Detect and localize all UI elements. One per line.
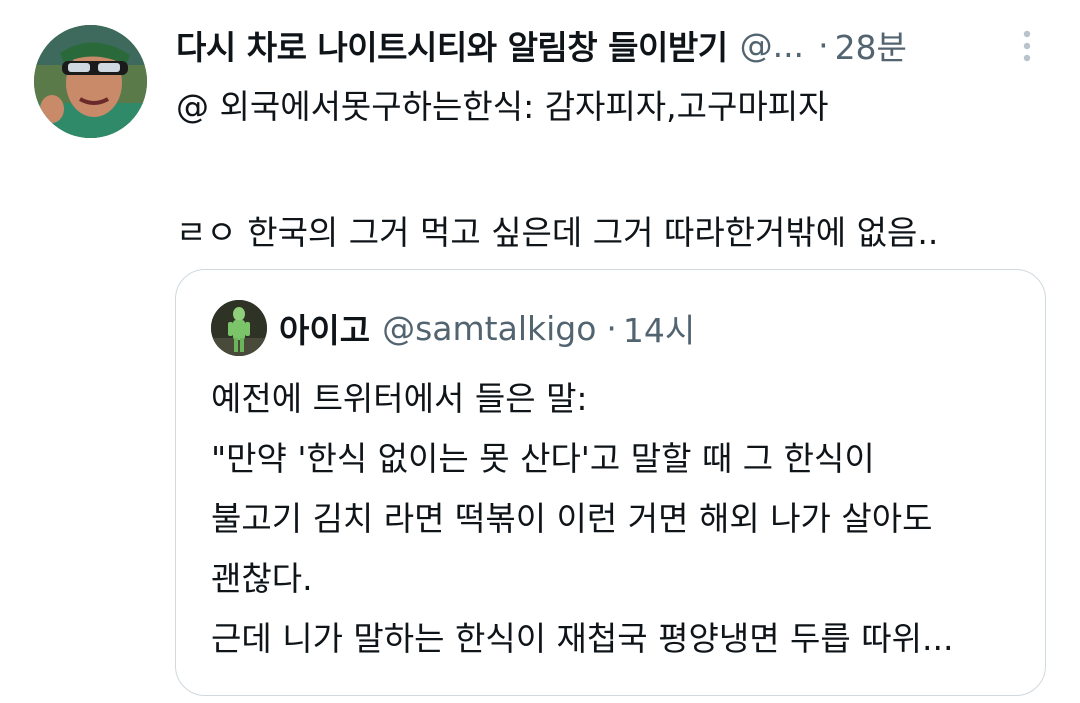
quote-timestamp[interactable]: 14시: [623, 304, 695, 352]
user-handle[interactable]: @...: [740, 26, 804, 65]
quote-header: 아이고 @samtalkigo · 14시: [279, 304, 695, 352]
timestamp[interactable]: 28분: [835, 21, 907, 69]
more-vertical-icon[interactable]: [1012, 28, 1042, 64]
quote-text-line: 근데 니가 말하는 한식이 재첩국 평양냉면 두릅 따위...: [211, 619, 954, 658]
quote-user-handle[interactable]: @samtalkigo: [382, 309, 596, 348]
quote-separator-dot: ·: [606, 308, 617, 348]
tweet-text: @ 외국에서못구하는한식: 감자피자,고구마피자 ㄹㅇ 한국의 그거 먹고 싶은…: [176, 80, 1036, 272]
quote-display-name[interactable]: 아이고: [279, 304, 370, 352]
tweet: 다시 차로 나이트시티와 알림창 들이받기 @... · 28분 @ 외국에서못…: [0, 0, 1080, 703]
tweet-text-line: @ 외국에서못구하는한식: 감자피자,고구마피자: [176, 87, 829, 126]
avatar[interactable]: [34, 25, 147, 138]
display-name[interactable]: 다시 차로 나이트시티와 알림창 들이받기: [176, 21, 728, 69]
quote-text-line: 예전에 트위터에서 들은 말:: [211, 379, 588, 418]
quote-avatar[interactable]: [211, 300, 267, 356]
quote-text-line: 괜찮다.: [211, 559, 313, 598]
quote-tweet[interactable]: 아이고 @samtalkigo · 14시 예전에 트위터에서 들은 말: "만…: [175, 269, 1046, 696]
quote-text-line: "만약 '한식 없이는 못 산다'고 말할 때 그 한식이: [211, 439, 875, 478]
tweet-header: 다시 차로 나이트시티와 알림창 들이받기 @... · 28분: [176, 22, 1040, 68]
quote-text-line: 불고기 김치 라면 떡볶이 이런 거면 해외 나가 살아도: [211, 499, 933, 538]
quote-text: 예전에 트위터에서 들은 말: "만약 '한식 없이는 못 산다'고 말할 때 …: [211, 369, 1031, 669]
tweet-text-line: ㄹㅇ 한국의 그거 먹고 싶은데 그거 따라한거밖에 없음..: [176, 213, 939, 252]
separator-dot: ·: [818, 25, 829, 65]
